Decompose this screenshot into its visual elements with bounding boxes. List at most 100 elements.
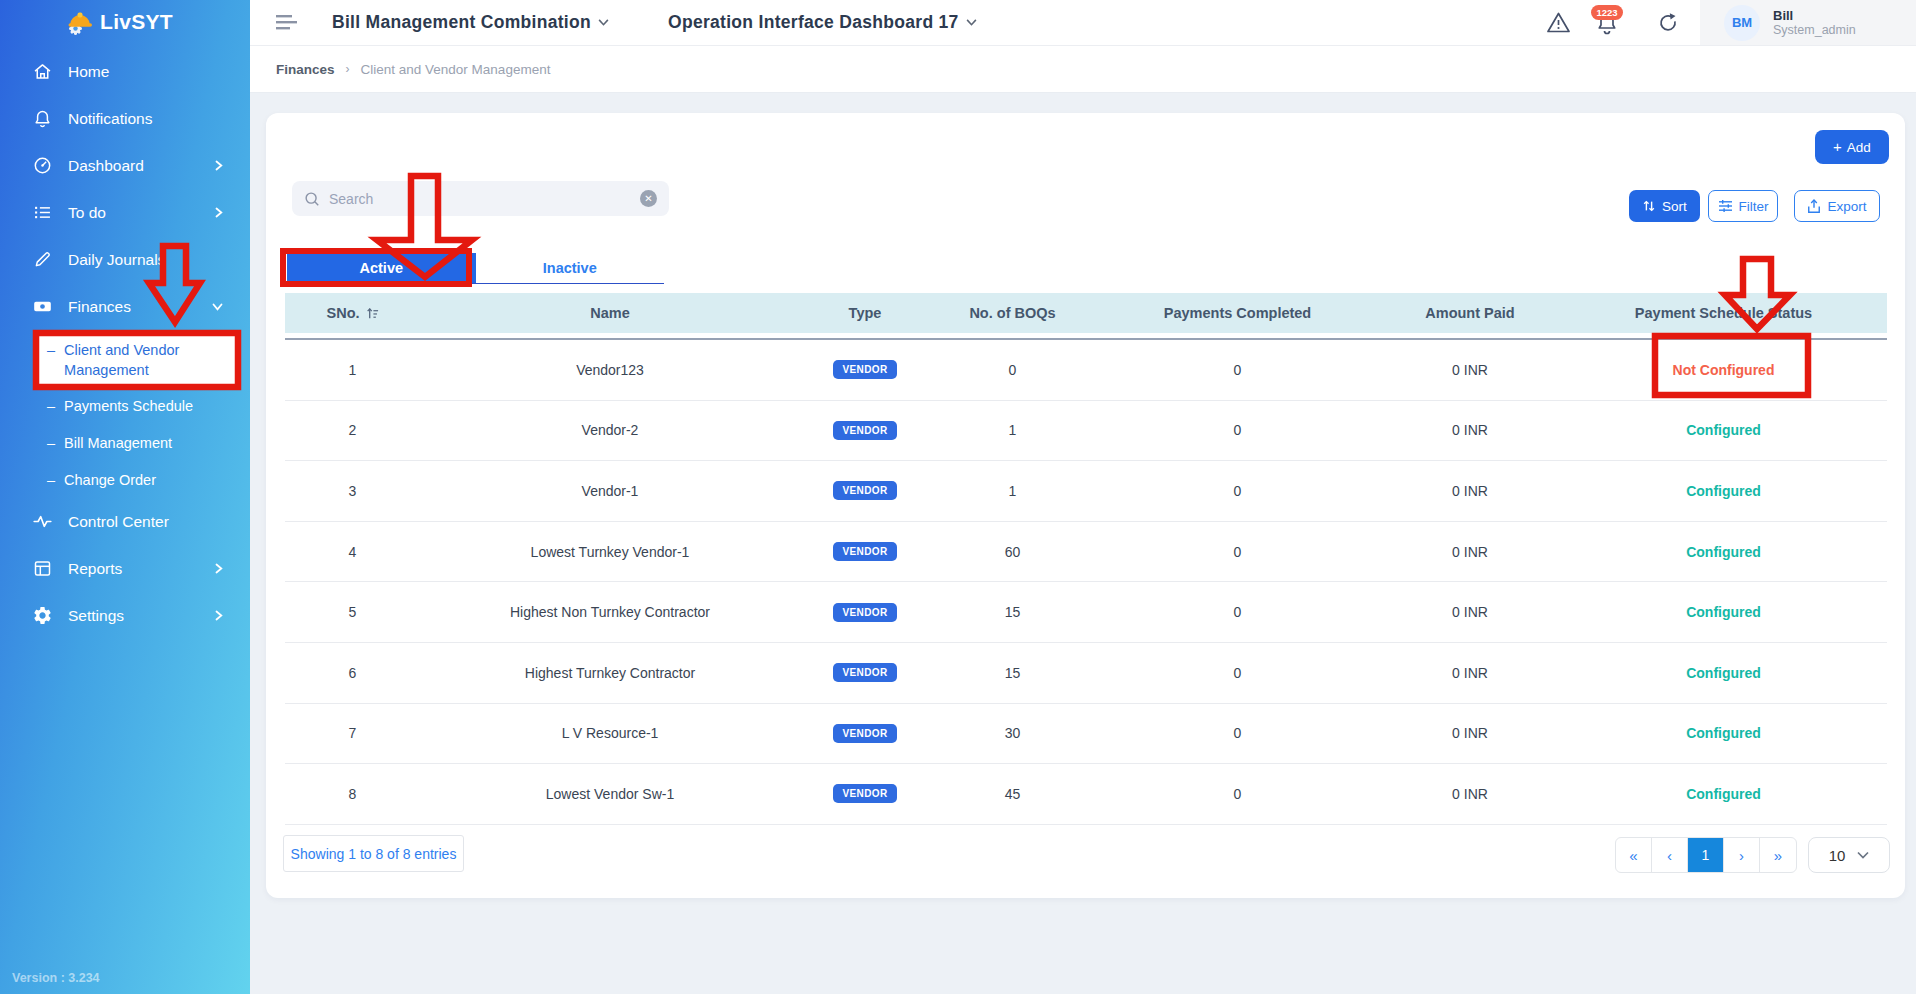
- column-sno[interactable]: SNo.: [285, 305, 420, 321]
- cell-payments-completed: 0: [1095, 725, 1380, 741]
- clear-search-icon[interactable]: ✕: [640, 190, 657, 207]
- column-payments-completed[interactable]: Payments Completed: [1095, 305, 1380, 321]
- sidebar-item-notifications[interactable]: Notifications: [0, 95, 250, 142]
- table-row[interactable]: 1Vendor123VENDOR000 INRNot Configured: [285, 340, 1887, 401]
- cell-status: Configured: [1560, 483, 1887, 499]
- table-row[interactable]: 8Lowest Vendor Sw-1VENDOR4500 INRConfigu…: [285, 764, 1887, 825]
- sidebar-subitem-change-order[interactable]: –Change Order: [0, 461, 250, 498]
- breadcrumb-parent[interactable]: Finances: [276, 62, 335, 77]
- cell-payments-completed: 0: [1095, 665, 1380, 681]
- column-name[interactable]: Name: [420, 305, 800, 321]
- menu-icon[interactable]: [276, 13, 298, 31]
- chevron-right-icon: [215, 160, 223, 171]
- table-row[interactable]: 3Vendor-1VENDOR100 INRConfigured: [285, 461, 1887, 522]
- page-size-select[interactable]: 10: [1808, 837, 1890, 873]
- sidebar-item-home[interactable]: Home: [0, 48, 250, 95]
- sidebar-item-label: To do: [68, 204, 106, 222]
- sort-asc-icon[interactable]: [366, 307, 379, 320]
- cell-status: Configured: [1560, 725, 1887, 741]
- sort-icon: [1642, 199, 1656, 213]
- sidebar-item-daily-journals[interactable]: Daily Journals: [0, 236, 250, 283]
- table-header: SNo. Name Type No. of BOQs Payments Comp…: [285, 293, 1887, 333]
- vendor-type-badge: VENDOR: [833, 784, 896, 803]
- cell-name: L V Resource-1: [420, 725, 800, 741]
- breadcrumb: Finances › Client and Vendor Management: [250, 46, 1916, 93]
- search-input[interactable]: Search ✕: [292, 181, 669, 216]
- cell-status: Not Configured: [1560, 362, 1887, 378]
- tab-strip: Active Inactive: [287, 253, 664, 284]
- refresh-icon[interactable]: [1656, 11, 1680, 35]
- tab-active[interactable]: Active: [287, 253, 476, 283]
- last-page-button[interactable]: »: [1760, 838, 1796, 872]
- cell-sno: 8: [285, 786, 420, 802]
- cell-boqs: 15: [930, 665, 1095, 681]
- chevron-right-icon: [215, 563, 223, 574]
- next-page-button[interactable]: ›: [1724, 838, 1760, 872]
- chevron-down-icon: [598, 19, 609, 26]
- table-row[interactable]: 2Vendor-2VENDOR100 INRConfigured: [285, 401, 1887, 462]
- user-panel[interactable]: BM Bill System_admin: [1700, 0, 1916, 45]
- cell-sno: 6: [285, 665, 420, 681]
- filter-button[interactable]: Filter: [1708, 190, 1778, 222]
- table-row[interactable]: 5Highest Non Turnkey ContractorVENDOR150…: [285, 582, 1887, 643]
- prev-page-button[interactable]: ‹: [1652, 838, 1688, 872]
- cell-name: Highest Turnkey Contractor: [420, 665, 800, 681]
- dashboard-dropdown[interactable]: Operation Interface Dashboard 17: [668, 0, 977, 45]
- vendor-type-badge: VENDOR: [833, 360, 896, 379]
- warning-icon[interactable]: [1546, 11, 1571, 34]
- sidebar-item-control-center[interactable]: Control Center: [0, 498, 250, 545]
- sidebar-item-label: Home: [68, 63, 109, 81]
- vendor-type-badge: VENDOR: [833, 481, 896, 500]
- page-1-button[interactable]: 1: [1688, 838, 1724, 872]
- cell-type: VENDOR: [800, 421, 930, 440]
- sidebar-item-reports[interactable]: Reports: [0, 545, 250, 592]
- table-row[interactable]: 7L V Resource-1VENDOR3000 INRConfigured: [285, 704, 1887, 765]
- cell-boqs: 15: [930, 604, 1095, 620]
- tab-inactive[interactable]: Inactive: [476, 253, 665, 283]
- cell-payments-completed: 0: [1095, 786, 1380, 802]
- table-body: 1Vendor123VENDOR000 INRNot Configured2Ve…: [285, 338, 1887, 825]
- sidebar-subitem-client-and-vendor-management[interactable]: –Client and Vendor Management: [36, 333, 238, 387]
- cell-payments-completed: 0: [1095, 362, 1380, 378]
- search-placeholder: Search: [329, 191, 640, 207]
- cell-type: VENDOR: [800, 603, 930, 622]
- sidebar-item-to-do[interactable]: To do: [0, 189, 250, 236]
- activity-icon: [31, 511, 53, 533]
- cell-amount-paid: 0 INR: [1380, 362, 1560, 378]
- dashboard-icon: [31, 155, 53, 177]
- vendor-type-badge: VENDOR: [833, 663, 896, 682]
- cell-amount-paid: 0 INR: [1380, 786, 1560, 802]
- sidebar-item-finances[interactable]: Finances: [0, 283, 250, 330]
- cell-name: Lowest Turnkey Vendor-1: [420, 544, 800, 560]
- first-page-button[interactable]: «: [1616, 838, 1652, 872]
- table-row[interactable]: 6Highest Turnkey ContractorVENDOR1500 IN…: [285, 643, 1887, 704]
- version-label: Version : 3.234: [12, 971, 100, 985]
- column-boqs[interactable]: No. of BOQs: [930, 305, 1095, 321]
- sidebar-item-dashboard[interactable]: Dashboard: [0, 142, 250, 189]
- pagination: «‹1›»: [1615, 837, 1797, 873]
- column-type[interactable]: Type: [800, 305, 930, 321]
- cell-amount-paid: 0 INR: [1380, 422, 1560, 438]
- cell-type: VENDOR: [800, 360, 930, 379]
- sidebar-item-label: Daily Journals: [68, 251, 165, 269]
- project-dropdown[interactable]: Bill Management Combination: [332, 0, 609, 45]
- cell-type: VENDOR: [800, 481, 930, 500]
- cell-type: VENDOR: [800, 542, 930, 561]
- vendor-type-badge: VENDOR: [833, 724, 896, 743]
- sidebar-subitem-bill-management[interactable]: –Bill Management: [0, 424, 250, 461]
- search-icon: [304, 191, 320, 207]
- add-button[interactable]: + Add: [1815, 130, 1889, 164]
- cell-status: Configured: [1560, 422, 1887, 438]
- sidebar-item-settings[interactable]: Settings: [0, 592, 250, 639]
- finances-submenu: –Client and Vendor Management–Payments S…: [0, 333, 250, 498]
- cell-name: Highest Non Turnkey Contractor: [420, 604, 800, 620]
- export-button[interactable]: Export: [1794, 190, 1880, 222]
- column-amount-paid[interactable]: Amount Paid: [1380, 305, 1560, 321]
- column-payment-schedule-status[interactable]: Payment Schedule Status: [1560, 305, 1887, 321]
- sort-button[interactable]: Sort: [1629, 190, 1700, 222]
- sidebar-subitem-payments-schedule[interactable]: –Payments Schedule: [0, 387, 250, 424]
- dash-bullet: –: [47, 340, 55, 360]
- cell-boqs: 1: [930, 483, 1095, 499]
- sidebar-subitem-label: Change Order: [64, 472, 156, 488]
- table-row[interactable]: 4Lowest Turnkey Vendor-1VENDOR6000 INRCo…: [285, 522, 1887, 583]
